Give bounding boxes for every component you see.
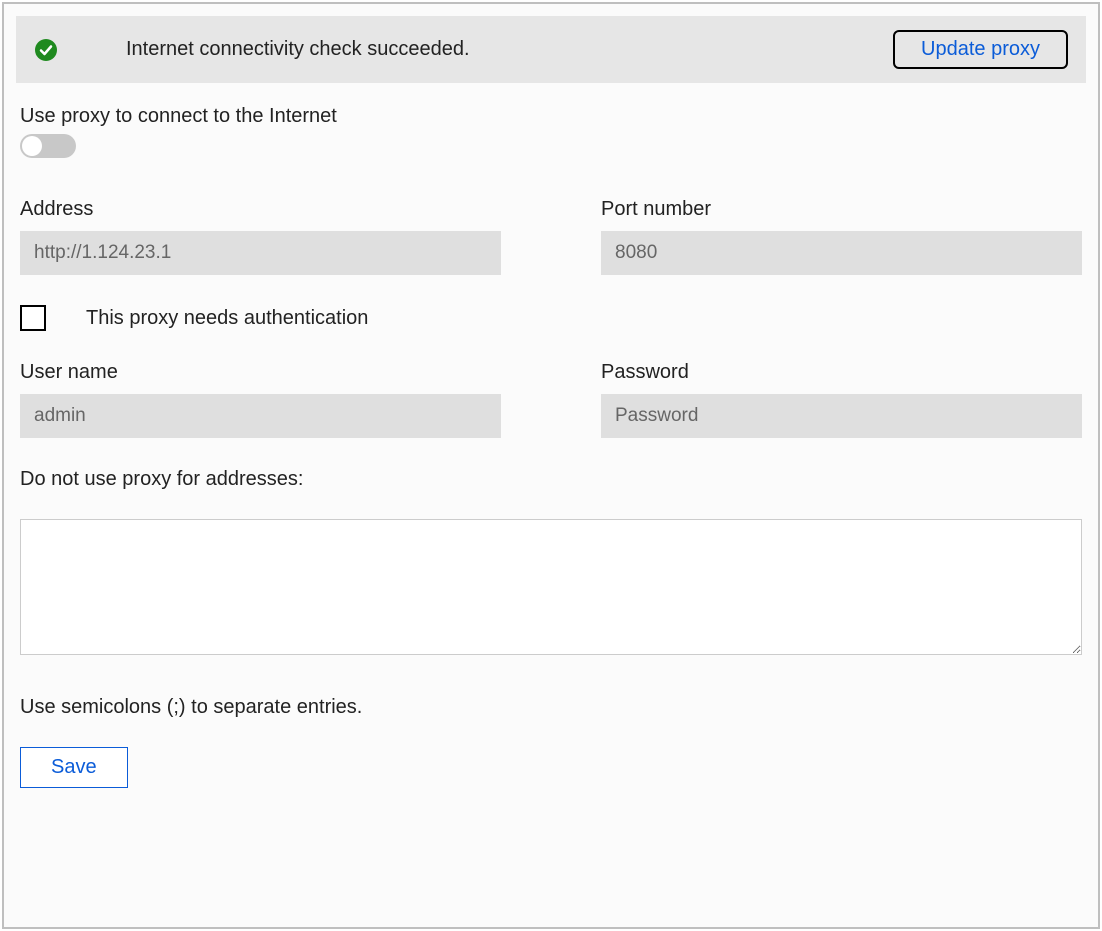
port-input[interactable] [601, 231, 1082, 275]
exclude-addresses-label: Do not use proxy for addresses: [20, 468, 1082, 491]
address-label: Address [20, 198, 501, 221]
semicolon-hint: Use semicolons (;) to separate entries. [20, 696, 1082, 719]
password-label: Password [601, 361, 1082, 384]
exclude-addresses-textarea[interactable] [20, 519, 1082, 655]
port-field-group: Port number [601, 198, 1082, 275]
status-bar: Internet connectivity check succeeded. U… [16, 16, 1086, 83]
toggle-knob [22, 136, 42, 156]
auth-checkbox-row: This proxy needs authentication [20, 305, 1082, 331]
username-field-group: User name [20, 361, 501, 438]
status-message: Internet connectivity check succeeded. [126, 38, 873, 61]
password-input[interactable] [601, 394, 1082, 438]
auth-checkbox[interactable] [20, 305, 46, 331]
save-button[interactable]: Save [20, 747, 128, 788]
password-field-group: Password [601, 361, 1082, 438]
proxy-toggle-label: Use proxy to connect to the Internet [20, 105, 1082, 128]
proxy-form: Use proxy to connect to the Internet Add… [16, 105, 1086, 788]
update-proxy-button[interactable]: Update proxy [893, 30, 1068, 69]
auth-checkbox-label: This proxy needs authentication [86, 307, 368, 330]
address-port-row: Address Port number [20, 198, 1082, 275]
address-input[interactable] [20, 231, 501, 275]
port-label: Port number [601, 198, 1082, 221]
proxy-settings-panel: Internet connectivity check succeeded. U… [2, 2, 1100, 929]
username-input[interactable] [20, 394, 501, 438]
success-check-icon [34, 38, 58, 62]
proxy-toggle[interactable] [20, 134, 76, 158]
address-field-group: Address [20, 198, 501, 275]
username-label: User name [20, 361, 501, 384]
credentials-row: User name Password [20, 361, 1082, 438]
